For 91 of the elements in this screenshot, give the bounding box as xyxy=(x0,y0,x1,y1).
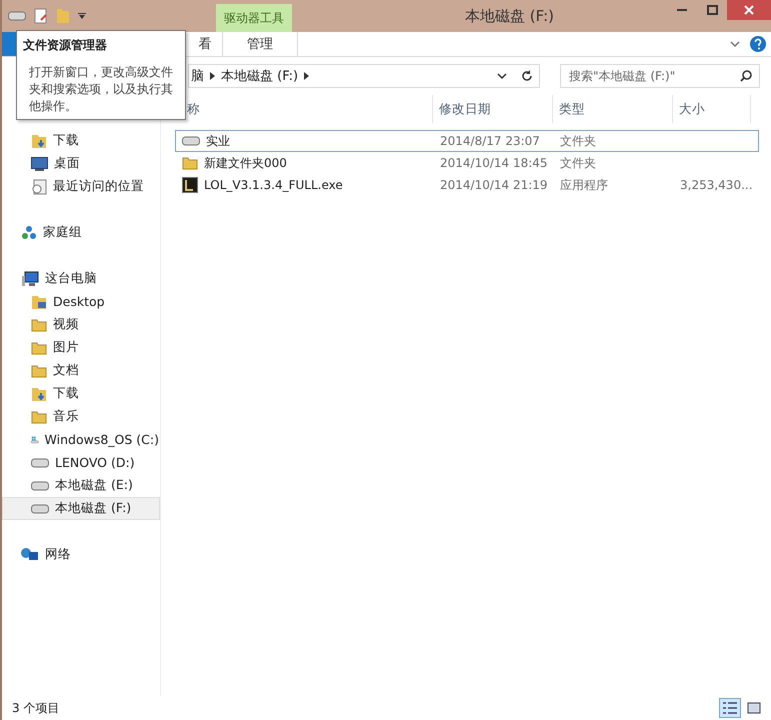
sidebar-item[interactable]: 网络 xyxy=(2,543,160,566)
homegroup-icon xyxy=(21,224,37,240)
folder-monitor-icon xyxy=(31,294,47,310)
folder-download-icon xyxy=(31,386,47,402)
sidebar-label: 文档 xyxy=(53,362,79,379)
file-name: 新建文件夹000 xyxy=(204,154,287,172)
drive-icon xyxy=(31,504,49,514)
drive-icon xyxy=(31,480,49,490)
sidebar-label: 本地磁盘 (E:) xyxy=(55,477,133,494)
tooltip-text: 打开新窗口，更改高级文件夹和搜索选项，以及执行其他操作。 xyxy=(28,64,174,115)
folder-icon xyxy=(31,362,47,378)
sidebar-label: 音乐 xyxy=(53,408,79,425)
drive-icon xyxy=(182,136,200,146)
sidebar-item[interactable]: 这台电脑 xyxy=(2,267,160,290)
sidebar-label: 网络 xyxy=(45,546,71,563)
sidebar-label: 视频 xyxy=(53,316,79,333)
table-cell-text: 应用程序 xyxy=(559,176,609,194)
sidebar-label: 桌面 xyxy=(54,155,80,172)
file-name: 实业 xyxy=(206,132,230,150)
sidebar-label: Windows8_OS (C:) xyxy=(44,432,159,447)
sidebar-label: 家庭组 xyxy=(43,224,82,241)
column-header[interactable]: 大小 xyxy=(673,95,751,123)
table-cell-text: 3,253,430... xyxy=(679,178,754,192)
sidebar-item[interactable]: LENOVO (D:) xyxy=(2,451,160,474)
chevron-right-icon[interactable] xyxy=(304,72,310,80)
file-name: LOL_V3.1.3.4_FULL.exe xyxy=(204,178,343,192)
dropdown-arrow-icon[interactable] xyxy=(78,13,86,19)
details-view-icon xyxy=(723,702,737,714)
large-icons-view-icon xyxy=(747,702,761,714)
close-icon xyxy=(744,5,754,15)
sidebar-item[interactable]: 桌面 xyxy=(2,152,160,175)
folder-icon xyxy=(31,340,47,356)
folder-icon xyxy=(182,155,198,171)
network-icon xyxy=(21,546,39,562)
sidebar-item[interactable]: 家庭组 xyxy=(2,221,160,244)
sidebar-label: 图片 xyxy=(53,339,79,356)
maximize-icon xyxy=(706,5,718,15)
search-icon[interactable] xyxy=(740,70,752,82)
sidebar-label: 这台电脑 xyxy=(45,270,97,287)
breadcrumb[interactable]: 脑 xyxy=(191,67,204,85)
file-row[interactable]: 实业 2014/8/17 23:07 文件夹 xyxy=(175,130,759,152)
sidebar-item[interactable]: 本地磁盘 (E:) xyxy=(2,474,160,497)
file-row[interactable]: 新建文件夹000 2014/10/14 18:45 文件夹 xyxy=(175,152,759,174)
sidebar-item[interactable]: Desktop xyxy=(2,290,160,313)
folder-download-icon xyxy=(31,132,47,148)
table-cell-text: 文件夹 xyxy=(559,154,597,172)
drive-icon xyxy=(8,11,26,21)
chevron-down-icon[interactable] xyxy=(497,72,507,80)
chevron-right-icon[interactable] xyxy=(210,72,215,80)
sidebar-label: 本地磁盘 (F:) xyxy=(55,500,132,517)
refresh-icon[interactable] xyxy=(521,70,533,82)
minimize-icon xyxy=(677,9,687,11)
column-header[interactable]: 类型 xyxy=(553,95,673,123)
sidebar-item[interactable]: 图片 xyxy=(2,336,160,359)
sidebar-item[interactable]: 文档 xyxy=(2,359,160,382)
address-bar[interactable]: 脑 本地磁盘 (F:) xyxy=(188,64,540,88)
sidebar-item[interactable]: 下载 xyxy=(2,129,160,152)
sidebar-item[interactable]: 音乐 xyxy=(2,405,160,428)
search-field[interactable]: 搜索"本地磁盘 (F:)" xyxy=(560,64,760,88)
breadcrumb[interactable]: 本地磁盘 (F:) xyxy=(221,67,298,85)
context-tab-group: 驱动器工具 xyxy=(216,4,292,32)
tooltip-title: 文件资源管理器 xyxy=(23,37,108,54)
app-icon xyxy=(182,177,198,193)
item-count: 3 个项目 xyxy=(12,700,60,716)
ribbon-tab[interactable]: 管理 xyxy=(222,32,298,56)
clock-page-icon xyxy=(31,178,47,194)
drive-icon xyxy=(31,458,49,468)
computer-icon xyxy=(21,270,39,286)
sidebar-label: Desktop xyxy=(53,294,105,309)
table-cell-text: 2014/8/17 23:07 xyxy=(439,134,541,148)
sidebar-item[interactable]: 本地磁盘 (F:) xyxy=(2,497,160,520)
file-row[interactable]: LOL_V3.1.3.4_FULL.exe 2014/10/14 21:19 应用程序 3,253,430... xyxy=(175,174,759,196)
folder-icon xyxy=(31,316,47,332)
close-button[interactable] xyxy=(727,0,771,20)
table-cell-text: 2014/10/14 21:19 xyxy=(439,178,549,192)
sidebar-label: 最近访问的位置 xyxy=(53,178,144,195)
properties-icon[interactable] xyxy=(34,8,48,24)
sidebar-item[interactable]: 下载 xyxy=(2,382,160,405)
sidebar-label: LENOVO (D:) xyxy=(55,455,135,470)
folder-icon xyxy=(31,408,47,424)
sidebar-label: 下载 xyxy=(53,132,79,149)
sidebar-item[interactable]: 最近访问的位置 xyxy=(2,175,160,198)
sidebar-item[interactable]: Windows8_OS (C:) xyxy=(2,428,160,451)
column-header[interactable]: 修改日期 xyxy=(433,95,553,123)
sidebar-item[interactable]: 视频 xyxy=(2,313,160,336)
table-cell-text: 文件夹 xyxy=(559,132,597,150)
view-button[interactable] xyxy=(719,698,741,718)
window-title: 本地磁盘 (F:) xyxy=(464,6,555,26)
sidebar-label: 下载 xyxy=(53,385,79,402)
table-cell-text: 2014/10/14 18:45 xyxy=(439,156,549,170)
monitor-icon xyxy=(31,156,48,170)
